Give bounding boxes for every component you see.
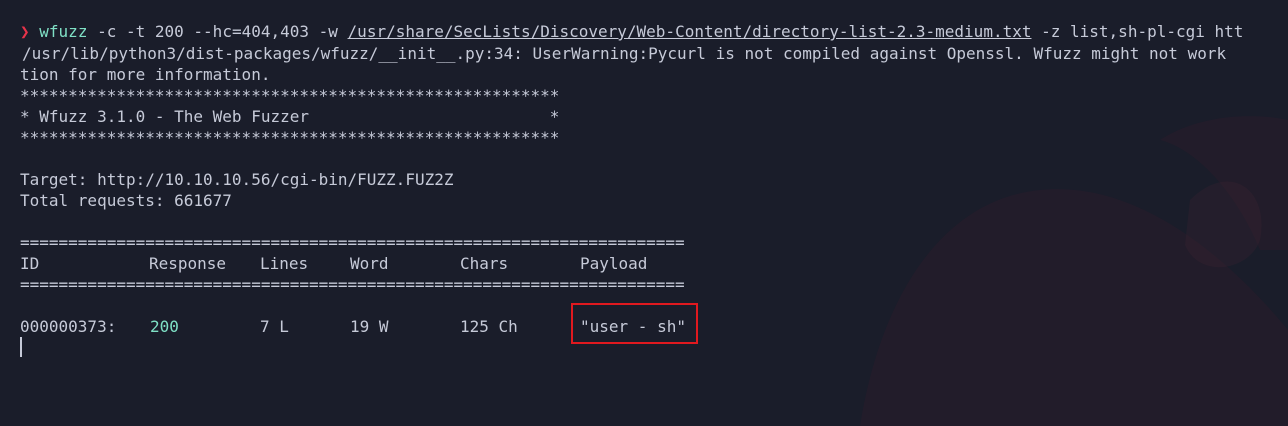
table-separator-top: ========================================…	[20, 233, 685, 252]
header-word: Word	[350, 254, 389, 273]
prompt-symbol: ❯	[20, 22, 30, 41]
command-args: -c -t 200 --hc=404,403 -w	[87, 22, 348, 41]
row-chars: 125 Ch	[460, 317, 518, 336]
warning-line: /usr/lib/python3/dist-packages/wfuzz/__i…	[22, 44, 1227, 63]
header-payload: Payload	[580, 254, 648, 273]
terminal-window[interactable]: ❯ wfuzz -c -t 200 --hc=404,403 -w /usr/s…	[0, 0, 1288, 426]
row-lines: 7 L	[260, 317, 289, 336]
total-requests-line: Total requests: 661677	[20, 191, 232, 210]
payload-highlight-box	[571, 303, 698, 344]
row-word: 19 W	[350, 317, 389, 336]
warning-line-continued: tion for more information.	[20, 65, 271, 84]
row-id: 000000373:	[20, 317, 117, 336]
command-args-tail: -z list,sh-pl-cgi htt	[1031, 22, 1244, 41]
header-lines: Lines	[260, 254, 309, 273]
text-cursor	[20, 337, 22, 357]
banner-border-top: ****************************************…	[20, 86, 560, 105]
header-chars: Chars	[460, 254, 509, 273]
table-separator-bottom: ========================================…	[20, 275, 685, 294]
header-response: Response	[149, 254, 227, 273]
command-line: ❯ wfuzz -c -t 200 --hc=404,403 -w /usr/s…	[20, 21, 1243, 42]
banner-border-bottom: ****************************************…	[20, 128, 560, 147]
wordlist-path: /usr/share/SecLists/Discovery/Web-Conten…	[347, 22, 1032, 41]
banner-title: * Wfuzz 3.1.0 - The Web Fuzzer *	[20, 107, 560, 126]
command-program: wfuzz	[39, 22, 88, 41]
row-response-code: 200	[150, 317, 179, 336]
target-line: Target: http://10.10.10.56/cgi-bin/FUZZ.…	[20, 170, 454, 189]
header-id: ID	[20, 254, 40, 273]
